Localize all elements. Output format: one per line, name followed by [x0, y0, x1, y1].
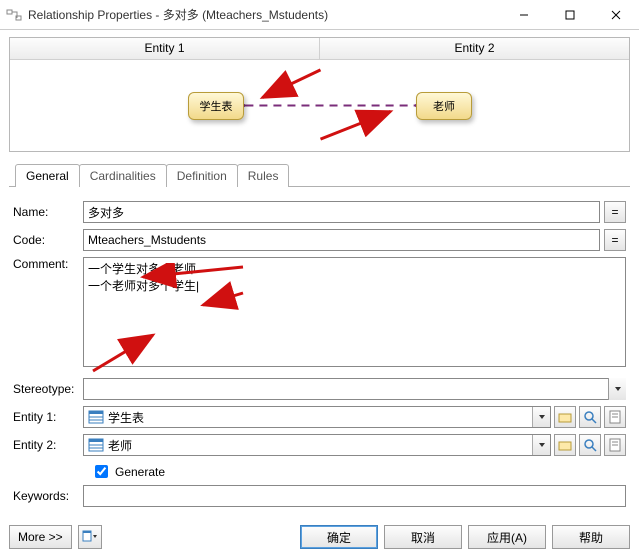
ok-button[interactable]: 确定 [300, 525, 378, 549]
entity2-browse-button[interactable] [554, 434, 576, 456]
form-area: Name: = Code: = Comment: Stereotype: [9, 187, 630, 507]
keywords-label: Keywords: [13, 489, 83, 503]
entity2-box[interactable]: 老师 [416, 92, 472, 120]
tab-cardinalities[interactable]: Cardinalities [79, 164, 167, 187]
minimize-button[interactable] [501, 0, 547, 29]
entity1-find-button[interactable] [579, 406, 601, 428]
stereotype-dropdown-button[interactable] [608, 378, 626, 400]
comment-label: Comment: [13, 257, 83, 271]
stereotype-input[interactable] [83, 378, 626, 400]
close-button[interactable] [593, 0, 639, 29]
entity1-browse-button[interactable] [554, 406, 576, 428]
generate-label: Generate [115, 465, 165, 479]
tab-rules[interactable]: Rules [237, 164, 290, 187]
entity1-combo[interactable]: 学生表 [83, 406, 551, 428]
entity1-dropdown-button[interactable] [532, 407, 550, 427]
table-icon [88, 437, 104, 453]
entity2-dropdown-button[interactable] [532, 435, 550, 455]
code-sync-button[interactable]: = [604, 229, 626, 251]
entity2-combo[interactable]: 老师 [83, 434, 551, 456]
entity2-label: Entity 2: [13, 438, 83, 452]
more-button[interactable]: More >> [9, 525, 72, 549]
menu-button[interactable] [78, 525, 102, 549]
window-title: Relationship Properties - 多对多 (Mteachers… [28, 6, 501, 23]
app-icon [6, 7, 22, 23]
keywords-input[interactable] [83, 485, 626, 507]
stereotype-label: Stereotype: [13, 382, 83, 396]
entity1-label: Entity 1: [13, 410, 83, 424]
entity1-properties-button[interactable] [604, 406, 626, 428]
tab-general[interactable]: General [15, 164, 80, 187]
dialog-footer: More >> 确定 取消 应用(A) 帮助 [9, 525, 630, 549]
comment-input[interactable] [83, 257, 626, 367]
name-sync-button[interactable]: = [604, 201, 626, 223]
generate-checkbox[interactable] [95, 465, 108, 478]
code-input[interactable] [83, 229, 600, 251]
title-bar: Relationship Properties - 多对多 (Mteachers… [0, 0, 639, 30]
relationship-diagram: Entity 1 Entity 2 学生表 老师 [9, 37, 630, 152]
maximize-button[interactable] [547, 0, 593, 29]
entity1-box[interactable]: 学生表 [188, 92, 244, 120]
cancel-button[interactable]: 取消 [384, 525, 462, 549]
code-label: Code: [13, 233, 83, 247]
help-button[interactable]: 帮助 [552, 525, 630, 549]
tab-bar: General Cardinalities Definition Rules [9, 164, 630, 187]
name-label: Name: [13, 205, 83, 219]
entity2-find-button[interactable] [579, 434, 601, 456]
entity2-header: Entity 2 [320, 38, 629, 59]
table-icon [88, 409, 104, 425]
name-input[interactable] [83, 201, 600, 223]
tab-definition[interactable]: Definition [166, 164, 238, 187]
apply-button[interactable]: 应用(A) [468, 525, 546, 549]
entity1-header: Entity 1 [10, 38, 320, 59]
entity2-properties-button[interactable] [604, 434, 626, 456]
